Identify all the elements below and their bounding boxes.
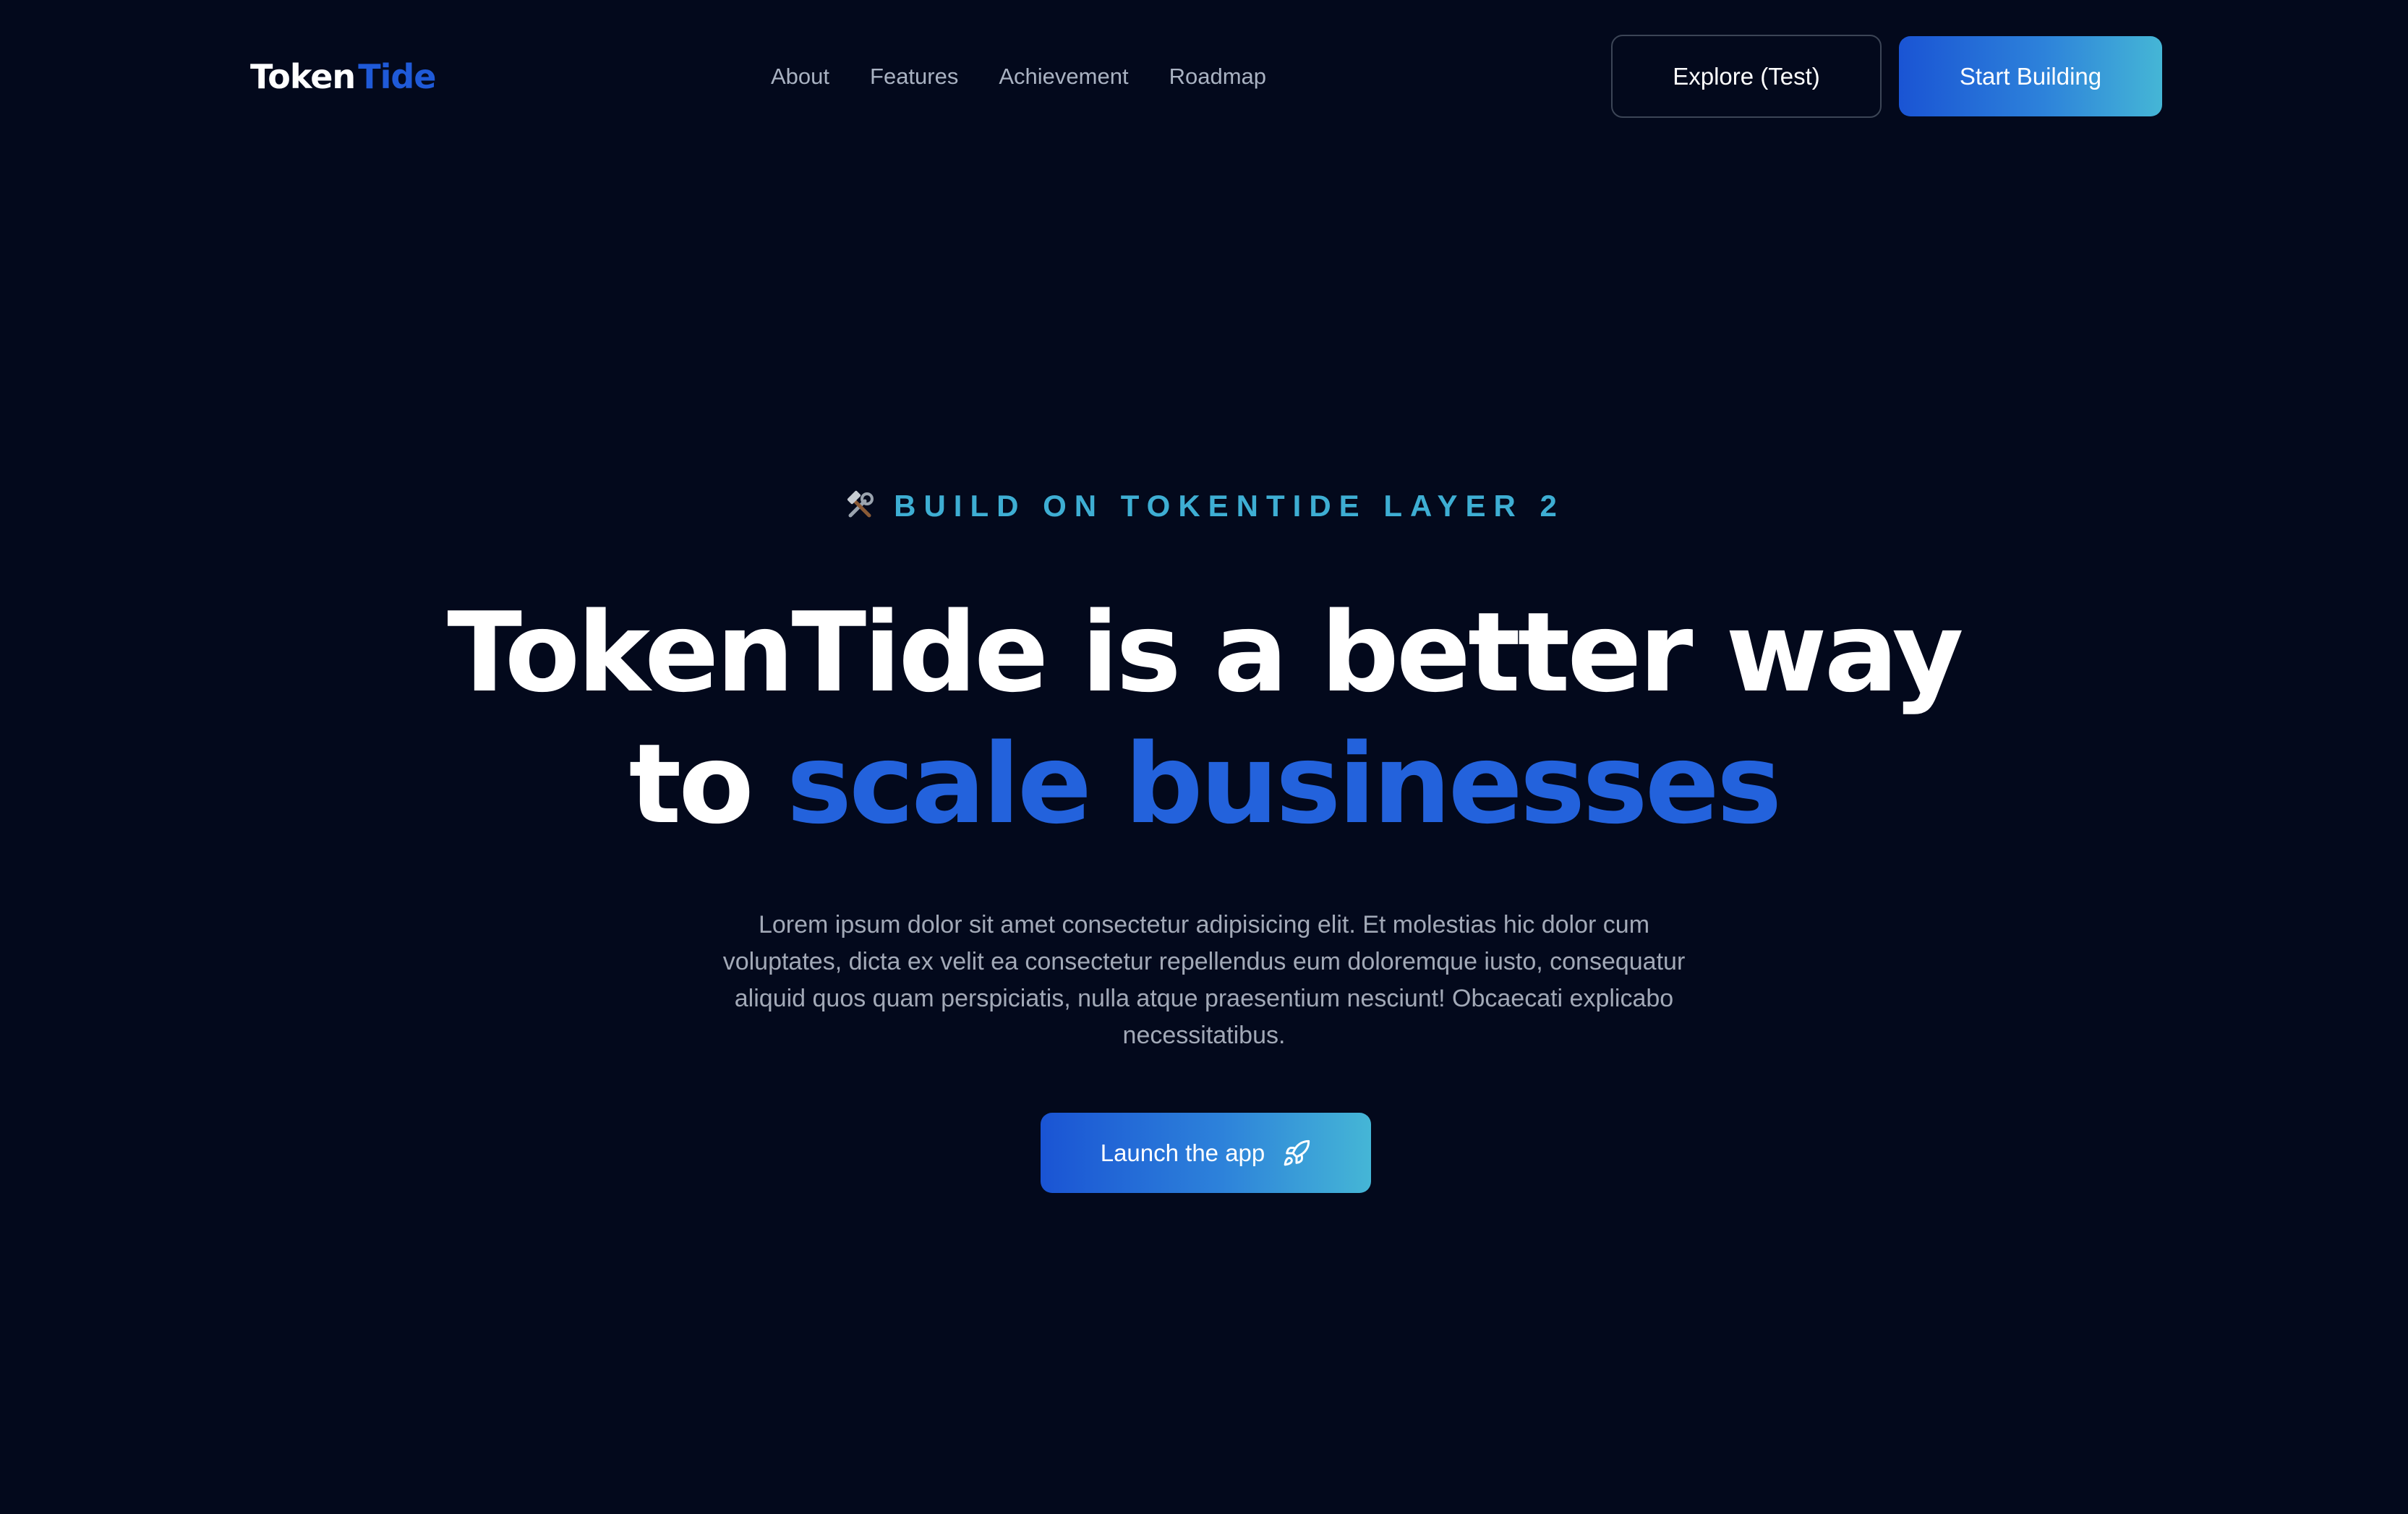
nav-link-about[interactable]: About	[771, 58, 829, 95]
launch-app-label: Launch the app	[1100, 1139, 1265, 1166]
headline-line-1: TokenTide is a better way	[447, 589, 1963, 717]
hero-headline: TokenTide is a better way to scale busin…	[0, 587, 2408, 850]
headline-line-2-prefix: to	[628, 720, 787, 848]
rocket-icon	[1282, 1139, 1311, 1168]
main-nav: About Features Achievement Roadmap	[771, 58, 1266, 95]
brand-logo[interactable]: Token Tide	[250, 54, 436, 100]
nav-link-features[interactable]: Features	[870, 58, 958, 95]
nav-link-roadmap[interactable]: Roadmap	[1169, 58, 1266, 95]
hero-eyebrow: BUILD ON TOKENTIDE LAYER 2	[0, 489, 2408, 523]
hero-description: Lorem ipsum dolor sit amet consectetur a…	[722, 911, 1686, 1049]
explore-button[interactable]: Explore (Test)	[1611, 35, 1882, 118]
logo-word-token: Token	[250, 57, 356, 96]
launch-app-button[interactable]: Launch the app	[1041, 1113, 1371, 1193]
hero-eyebrow-text: BUILD ON TOKENTIDE LAYER 2	[894, 489, 1565, 523]
start-building-button[interactable]: Start Building	[1899, 36, 2162, 116]
logo-word-tide: Tide	[358, 57, 436, 96]
headline-accent: scale businesses	[786, 720, 1782, 848]
hammer-and-wrench-icon	[843, 489, 876, 523]
nav-link-achievement[interactable]: Achievement	[999, 58, 1128, 95]
landing-page: Token Tide About Features Achievement Ro…	[0, 0, 2408, 1514]
